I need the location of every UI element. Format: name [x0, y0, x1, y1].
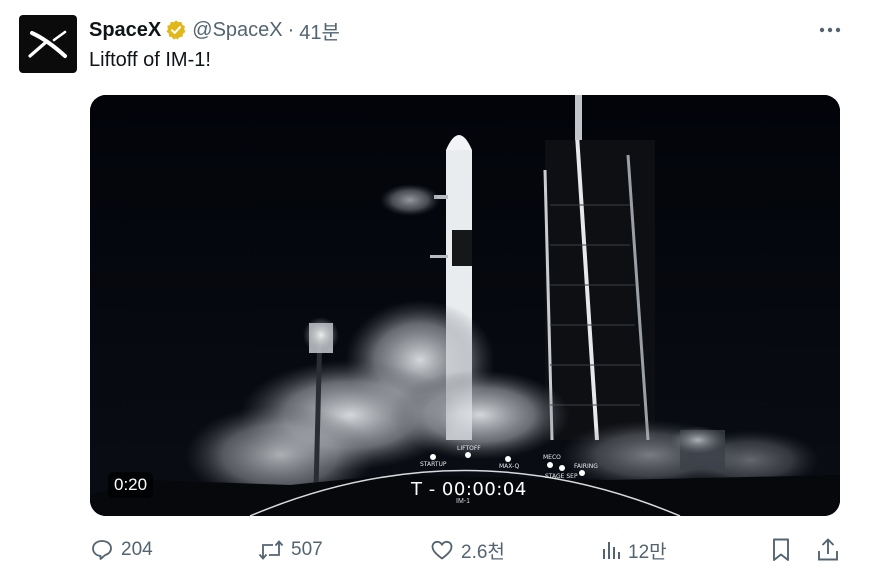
verified-badge-icon[interactable]: [165, 19, 187, 41]
launch-video-frame: [90, 95, 840, 516]
tweet-header: SpaceX @SpaceX · 41분: [89, 16, 340, 44]
video-duration-badge: 0:20: [108, 472, 154, 498]
author-handle[interactable]: @SpaceX: [192, 19, 282, 42]
more-dots-icon: [819, 27, 841, 33]
author-display-name[interactable]: SpaceX: [89, 19, 161, 42]
action-bar: 204 507 2.6천 12만: [89, 535, 849, 565]
like-button[interactable]: 2.6천: [429, 535, 505, 565]
repost-icon: [258, 540, 284, 560]
video-player[interactable]: STARTUP LIFTOFF MAX-Q MECO STAGE SEP FAI…: [90, 95, 840, 516]
like-count: 2.6천: [461, 541, 505, 563]
like-heart-icon: [431, 540, 453, 560]
views-chart-icon: [603, 542, 620, 559]
bookmark-icon: [773, 538, 789, 561]
separator-dot: ·: [287, 18, 295, 41]
bookmark-button[interactable]: [770, 535, 798, 565]
stage-label-maxq: MAX-Q: [499, 463, 520, 470]
repost-count: 507: [291, 539, 323, 560]
stage-label-meco: MECO: [543, 454, 561, 461]
share-button[interactable]: [816, 535, 846, 565]
timestamp[interactable]: 41분: [299, 16, 340, 45]
more-options-button[interactable]: [818, 18, 842, 42]
reply-icon: [92, 540, 112, 560]
avatar[interactable]: [19, 15, 77, 73]
stage-label-fairing: FAIRING: [574, 463, 598, 470]
stage-label-startup: STARTUP: [420, 461, 447, 468]
mission-label: IM-1: [456, 498, 470, 505]
views-button[interactable]: 12만: [600, 535, 667, 565]
views-count: 12만: [628, 541, 667, 563]
tweet[interactable]: SpaceX @SpaceX · 41분 Liftoff of IM-1! ST…: [0, 0, 870, 582]
spacex-logo-icon: [28, 30, 67, 58]
stage-label-stagesep: STAGE SEP: [545, 473, 578, 480]
reply-button[interactable]: 204: [89, 535, 153, 565]
stage-label-liftoff: LIFTOFF: [457, 445, 481, 452]
repost-button[interactable]: 507: [257, 535, 323, 565]
tweet-text: Liftoff of IM-1!: [89, 49, 211, 71]
reply-count: 204: [121, 539, 153, 560]
share-icon: [818, 538, 838, 561]
countdown-clock: T - 00:00:04: [411, 479, 527, 500]
